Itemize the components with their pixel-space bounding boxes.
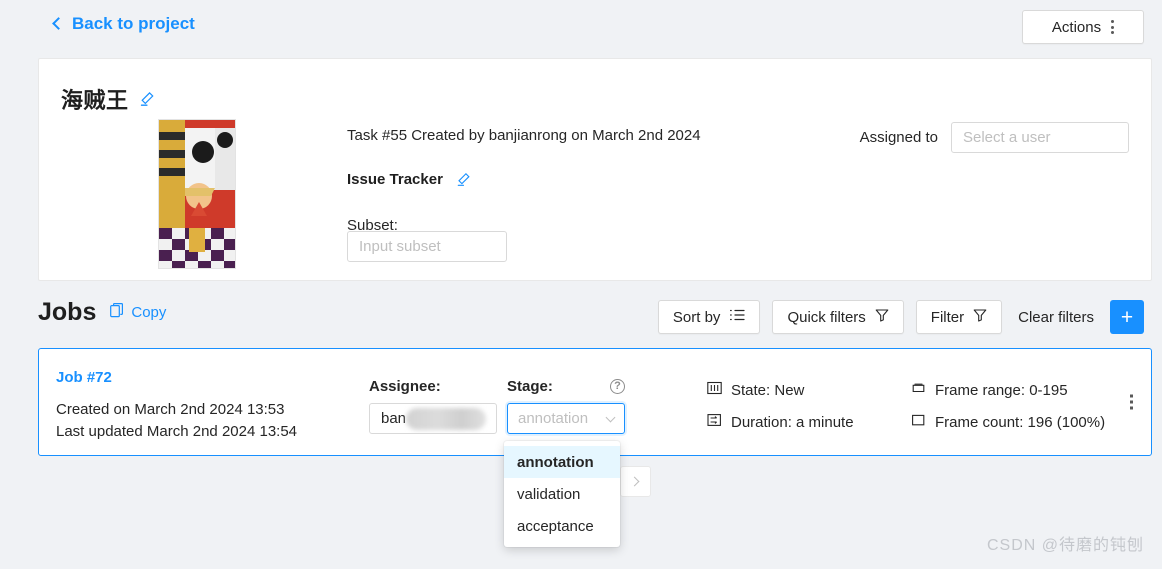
pagination-next-button[interactable] (620, 466, 651, 497)
issue-tracker-label: Issue Tracker (347, 171, 443, 188)
chevron-left-icon (52, 17, 65, 30)
sort-by-label: Sort by (672, 308, 721, 326)
job-dates: Created on March 2nd 2024 13:53 Last upd… (56, 399, 297, 443)
job-stage-block: Stage: ? annotation (507, 378, 625, 434)
job-stat-duration: Duration: a minute (707, 413, 903, 431)
task-thumbnail (158, 119, 236, 269)
quick-filters-button[interactable]: Quick filters (772, 300, 904, 334)
job-stage-value: annotation (518, 410, 589, 427)
job-stat-state-text: State: New (731, 381, 805, 399)
job-assignee-label: Assignee: (369, 378, 441, 395)
job-stat-frame-count-text: Frame count: 196 (100%) (935, 413, 1106, 431)
chevron-right-icon (629, 476, 640, 487)
jobs-toolbar: Sort by Quick filters Filter Clear filte… (657, 300, 1144, 334)
plus-icon: + (1120, 305, 1134, 329)
stage-option-validation-label: validation (517, 485, 581, 503)
top-bar: Back to project Actions (0, 0, 1162, 53)
vertical-dots-icon (1130, 394, 1133, 398)
job-card[interactable]: Job #72 Created on March 2nd 2024 13:53 … (38, 348, 1152, 456)
filter-button[interactable]: Filter (915, 300, 1003, 334)
assigned-to-label: Assigned to (859, 129, 938, 146)
state-icon (707, 381, 722, 399)
copy-label: Copy (131, 304, 167, 321)
job-id-link[interactable]: Job #72 (56, 369, 112, 386)
actions-button[interactable]: Actions (1022, 10, 1144, 44)
funnel-icon (875, 308, 889, 326)
sort-by-button[interactable]: Sort by (657, 300, 761, 334)
assignee-select-input[interactable] (951, 122, 1129, 153)
task-meta-text: Task #55 Created by banjianrong on March… (347, 127, 701, 144)
quick-filters-label: Quick filters (787, 308, 866, 326)
actions-label: Actions (1051, 18, 1102, 36)
assigned-to-row: Assigned to (860, 122, 1129, 153)
job-updated-date: Last updated March 2nd 2024 13:54 (56, 423, 298, 440)
duration-icon (707, 413, 722, 431)
job-created-date: Created on March 2nd 2024 13:53 (56, 401, 285, 418)
frame-range-icon (911, 381, 926, 399)
question-circle-icon[interactable]: ? (610, 379, 625, 394)
watermark: CSDN @待磨的钝刨 (986, 537, 1144, 554)
redaction-overlay (406, 408, 486, 430)
frame-count-icon (911, 413, 926, 431)
job-stage-label-row: Stage: ? (507, 378, 625, 395)
back-to-project-label: Back to project (72, 14, 195, 33)
pencil-icon[interactable] (139, 91, 155, 107)
back-to-project-link[interactable]: Back to project (52, 14, 195, 34)
page-title: 海贼王 (61, 88, 129, 113)
job-stage-label: Stage: (507, 378, 553, 395)
task-card: 海贼王 Task #55 Created by banjianrong on M… (38, 58, 1152, 281)
funnel-icon (973, 308, 987, 326)
pencil-icon[interactable] (456, 172, 471, 187)
job-menu-button[interactable] (1126, 388, 1137, 417)
job-stat-state: State: New (707, 381, 903, 399)
issue-tracker-row: Issue Tracker (347, 171, 471, 188)
stage-option-annotation-label: annotation (517, 453, 594, 471)
add-job-button[interactable]: + (1110, 300, 1144, 334)
job-assignee-input[interactable]: ban (369, 403, 497, 434)
task-details-page: Back to project Actions 海贼王 Task #55 Cre… (0, 0, 1162, 569)
chevron-down-icon (605, 412, 616, 422)
copy-icon (110, 303, 124, 322)
job-stat-frame-range-text: Frame range: 0-195 (935, 381, 1068, 399)
clear-filters-button[interactable]: Clear filters (1014, 309, 1098, 326)
job-stat-frame-range: Frame range: 0-195 (911, 381, 1105, 399)
job-stats: State: New Frame range: 0-195 Duration: … (707, 381, 1105, 431)
stage-dropdown-menu: annotation validation acceptance (504, 441, 620, 547)
job-stat-duration-text: Duration: a minute (731, 413, 854, 431)
vertical-dots-icon (1111, 20, 1115, 34)
filter-label: Filter (930, 308, 965, 326)
stage-option-validation[interactable]: validation (504, 478, 620, 510)
jobs-title: Jobs (38, 298, 97, 326)
job-stage-select[interactable]: annotation (507, 403, 625, 434)
job-stat-frame-count: Frame count: 196 (100%) (911, 413, 1105, 431)
stage-option-acceptance[interactable]: acceptance (504, 510, 620, 542)
jobs-header: Jobs Copy (38, 298, 166, 327)
copy-jobs-button[interactable]: Copy (110, 303, 166, 322)
subset-input[interactable] (347, 231, 507, 262)
stage-option-acceptance-label: acceptance (517, 517, 594, 535)
job-assignee-value: ban (381, 410, 407, 427)
task-title-row: 海贼王 (61, 83, 155, 115)
sort-list-icon (729, 308, 746, 326)
job-assignee-block: Assignee: ban (369, 378, 497, 434)
stage-option-annotation[interactable]: annotation (504, 446, 620, 478)
